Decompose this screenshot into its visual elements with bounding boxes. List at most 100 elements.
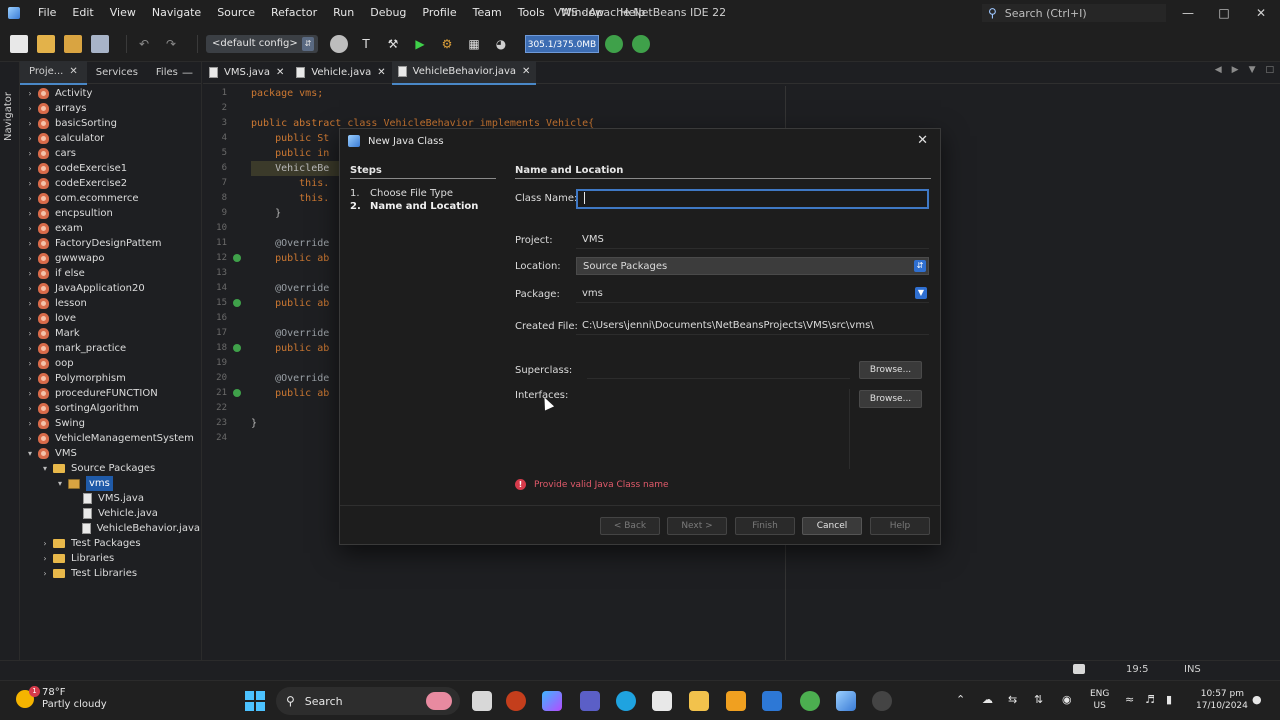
maximize-window-icon[interactable]: □ — [1206, 0, 1242, 26]
interfaces-list[interactable] — [587, 389, 850, 469]
sublime-icon[interactable] — [726, 691, 746, 711]
battery-icon[interactable]: ▮ — [1166, 693, 1172, 706]
menu-edit[interactable]: Edit — [64, 0, 101, 26]
open-project-icon[interactable] — [64, 34, 82, 53]
help-button[interactable]: Help — [870, 517, 930, 535]
class-name-input[interactable] — [576, 189, 929, 209]
close-icon[interactable]: ✕ — [522, 61, 530, 83]
chevron-right-icon[interactable]: › — [24, 371, 36, 386]
gc-icon[interactable] — [605, 34, 623, 53]
chevron-right-icon[interactable]: › — [24, 176, 36, 191]
tree-node[interactable]: › JavaApplication20 — [20, 281, 200, 296]
language-indicator[interactable]: ENG US — [1090, 688, 1109, 712]
tree-node[interactable]: › if else — [20, 266, 200, 281]
browser-globe-icon[interactable] — [330, 34, 348, 53]
menu-refactor[interactable]: Refactor — [263, 0, 325, 26]
tree-node[interactable]: › codeExercise2 — [20, 176, 200, 191]
chevron-right-icon[interactable]: › — [39, 536, 51, 551]
file-explorer-icon[interactable] — [689, 691, 709, 711]
tree-node[interactable]: ▾ Source Packages — [20, 461, 200, 476]
menu-tools[interactable]: Tools — [510, 0, 553, 26]
menu-source[interactable]: Source — [209, 0, 263, 26]
performance-icon[interactable]: ⇅ — [1034, 693, 1043, 706]
back-button[interactable]: < Back — [600, 517, 660, 535]
menu-profile[interactable]: Profile — [414, 0, 464, 26]
tree-node[interactable]: › mark_practice — [20, 341, 200, 356]
microphone-icon[interactable]: ◉ — [1062, 693, 1072, 706]
chevron-right-icon[interactable]: › — [24, 281, 36, 296]
override-marker-icon[interactable] — [233, 344, 241, 352]
tree-node[interactable]: › oop — [20, 356, 200, 371]
chevron-right-icon[interactable]: › — [24, 251, 36, 266]
tree-node[interactable]: VMS.java — [20, 491, 200, 506]
redo-icon[interactable]: ↷ — [162, 35, 180, 53]
netbeans-taskbar-icon[interactable] — [836, 691, 856, 711]
chevron-right-icon[interactable]: › — [24, 191, 36, 206]
tree-node[interactable]: › love — [20, 311, 200, 326]
tab-services[interactable]: Services — [87, 62, 147, 84]
close-icon[interactable]: ✕ — [377, 62, 385, 84]
package-select[interactable]: vms ▼ — [576, 285, 929, 303]
tab-vehicle-java[interactable]: Vehicle.java ✕ — [290, 62, 391, 84]
onedrive-icon[interactable]: ☁ — [982, 693, 993, 706]
hammer-icon[interactable]: T — [357, 35, 375, 53]
profile-icon[interactable]: ▦ — [465, 35, 483, 53]
superclass-input[interactable] — [587, 363, 850, 379]
chevron-right-icon[interactable]: › — [24, 356, 36, 371]
tab-files[interactable]: Files — [147, 62, 187, 84]
maximize-editor-icon[interactable]: □ — [1265, 65, 1274, 75]
obs-icon[interactable] — [872, 691, 892, 711]
clock[interactable]: 10:57 pm 17/10/2024 — [1196, 688, 1248, 712]
copilot-icon[interactable] — [542, 691, 562, 711]
run-icon[interactable]: ▶ — [411, 35, 429, 53]
tree-node[interactable]: › Activity — [20, 86, 200, 101]
chevron-down-icon[interactable]: ▾ — [24, 446, 36, 461]
tree-node[interactable]: › arrays — [20, 101, 200, 116]
tree-node[interactable]: › basicSorting — [20, 116, 200, 131]
menu-view[interactable]: View — [102, 0, 144, 26]
navigator-tab[interactable]: Navigator — [3, 92, 14, 141]
browse-superclass-button[interactable]: Browse... — [859, 361, 922, 379]
powerpoint-icon[interactable] — [506, 691, 526, 711]
start-icon[interactable] — [245, 691, 265, 711]
store-icon[interactable] — [652, 691, 672, 711]
close-icon[interactable]: ✕ — [276, 62, 284, 84]
gc-stop-icon[interactable] — [632, 34, 650, 53]
ide-search-box[interactable]: ⚲ Search (Ctrl+I) — [982, 4, 1166, 22]
chevron-right-icon[interactable]: › — [24, 401, 36, 416]
tree-node[interactable]: › Mark — [20, 326, 200, 341]
tree-node[interactable]: › FactoryDesignPattem — [20, 236, 200, 251]
chevron-right-icon[interactable]: › — [24, 236, 36, 251]
tree-node[interactable]: › Polymorphism — [20, 371, 200, 386]
menu-run[interactable]: Run — [325, 0, 362, 26]
tab-vms-java[interactable]: VMS.java ✕ — [203, 62, 290, 84]
tab-projects[interactable]: Proje... ✕ — [20, 60, 87, 85]
memory-indicator[interactable]: 305.1/375.0MB — [525, 34, 599, 53]
minimize-panel-icon[interactable]: — — [182, 66, 193, 79]
menu-debug[interactable]: Debug — [362, 0, 414, 26]
chevron-right-icon[interactable]: › — [24, 161, 36, 176]
chevron-right-icon[interactable]: › — [24, 311, 36, 326]
chevron-right-icon[interactable]: › — [24, 416, 36, 431]
clean-build-icon[interactable]: ⚒ — [384, 35, 402, 53]
tree-node[interactable]: Vehicle.java — [20, 506, 200, 521]
chevron-right-icon[interactable]: › — [24, 146, 36, 161]
defender-icon[interactable] — [762, 691, 782, 711]
finish-button[interactable]: Finish — [735, 517, 795, 535]
tree-node[interactable]: › encpsultion — [20, 206, 200, 221]
location-select[interactable]: Source Packages ⇵ — [576, 257, 929, 275]
new-project-icon[interactable] — [37, 34, 55, 53]
chevron-right-icon[interactable]: › — [24, 86, 36, 101]
tree-node[interactable]: › VehicleManagementSystem — [20, 431, 200, 446]
undo-icon[interactable]: ↶ — [135, 35, 153, 53]
chevron-right-icon[interactable]: › — [39, 551, 51, 566]
tree-node[interactable]: › calculator — [20, 131, 200, 146]
chevron-down-icon[interactable]: ▾ — [54, 476, 66, 491]
override-marker-icon[interactable] — [233, 389, 241, 397]
tree-node[interactable]: › codeExercise1 — [20, 161, 200, 176]
tree-node[interactable]: ▾ VMS — [20, 446, 200, 461]
tab-vehiclebehavior-java[interactable]: VehicleBehavior.java ✕ — [391, 60, 537, 85]
browse-interfaces-button[interactable]: Browse... — [859, 390, 922, 408]
override-marker-icon[interactable] — [233, 299, 241, 307]
tree-node[interactable]: ▾ vms — [20, 476, 200, 491]
